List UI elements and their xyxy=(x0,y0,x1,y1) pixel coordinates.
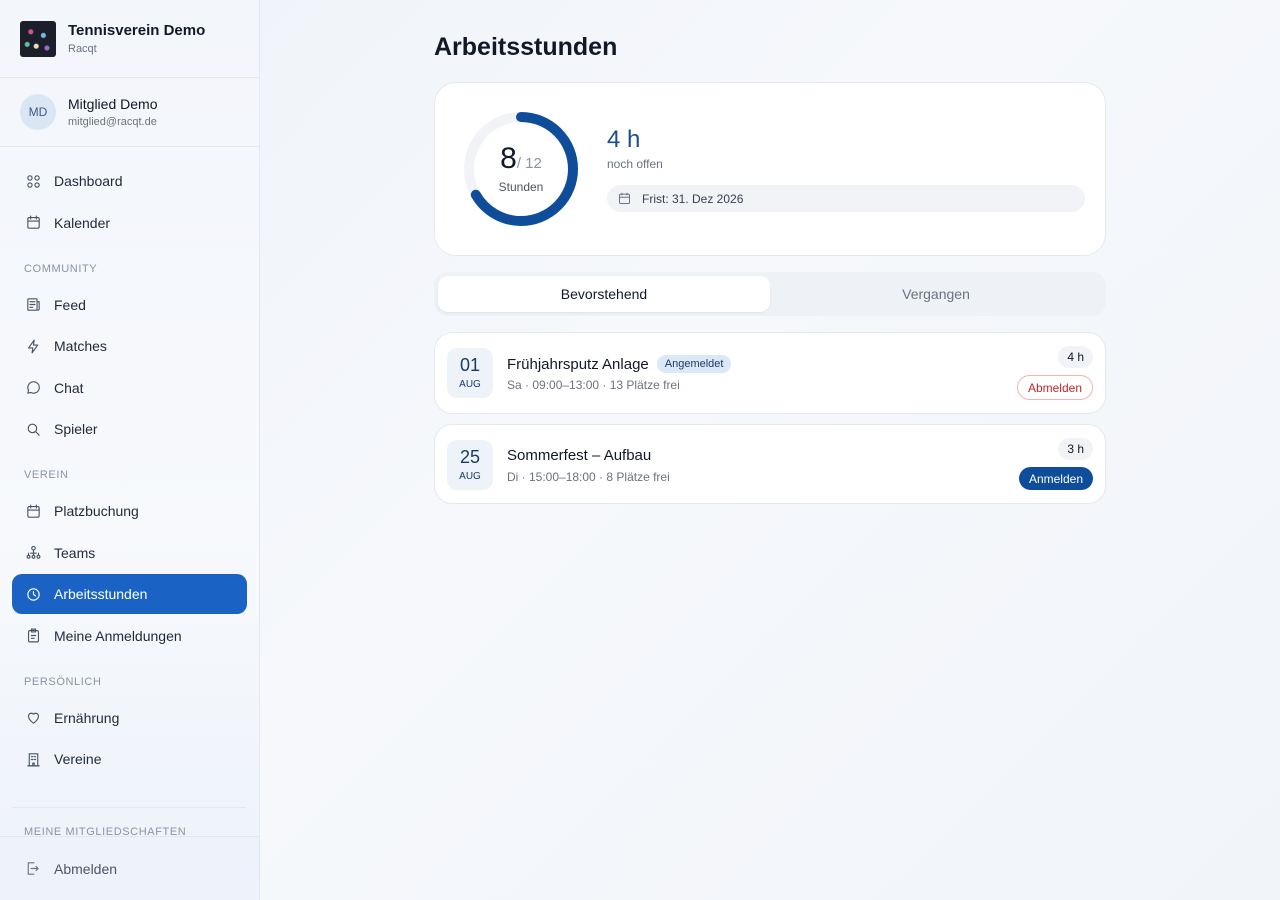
sidebar-item-label: Teams xyxy=(54,544,96,561)
building-icon xyxy=(24,750,42,768)
team-icon xyxy=(24,544,42,562)
tab-bar: Bevorstehend Vergangen xyxy=(434,272,1106,316)
sidebar-item-label: Spieler xyxy=(54,421,98,437)
logout-button[interactable]: Abmelden xyxy=(0,836,259,900)
sidebar-item-kalender[interactable]: Kalender xyxy=(12,203,247,243)
sidebar-item-label: Chat xyxy=(54,379,84,396)
sidebar-item-label: Meine Anmeldungen xyxy=(54,627,182,644)
club-header[interactable]: Tennisverein Demo Racqt xyxy=(0,0,259,78)
sidebar-item-teams[interactable]: Teams xyxy=(12,533,247,573)
logout-label: Abmelden xyxy=(54,860,118,877)
event-day: 01 xyxy=(459,355,481,375)
sidebar-item-label: Matches xyxy=(54,338,107,354)
section-persoenlich: PERSÖNLICH xyxy=(24,675,102,688)
unregister-button[interactable]: Abmelden xyxy=(1016,375,1093,400)
event-date: 01 AUG xyxy=(447,348,493,398)
event-day: 25 xyxy=(459,447,481,467)
sidebar-item-label: Feed xyxy=(54,296,86,313)
open-hours-label: noch offen xyxy=(607,157,663,171)
main-content: Arbeitsstunden 8/ 12 Stunden 4 h noch of… xyxy=(434,0,1106,504)
sidebar-item-label: Arbeitsstunden xyxy=(54,586,148,602)
sidebar-item-vereine[interactable]: Vereine xyxy=(12,739,247,779)
club-logo xyxy=(20,20,56,57)
club-name: Tennisverein Demo xyxy=(68,22,206,39)
ring-center: 8/ 12 Stunden xyxy=(463,111,579,227)
deadline-pill: Frist: 31. Dez 2026 xyxy=(607,185,1085,212)
hours-summary-card: 8/ 12 Stunden 4 h noch offen Frist: 31. … xyxy=(434,82,1106,256)
event-date: 25 AUG xyxy=(447,440,493,490)
calendar-icon xyxy=(619,192,630,204)
hours-done: 8 xyxy=(500,142,517,175)
sidebar-item-anmeldungen[interactable]: Meine Anmeldungen xyxy=(12,616,247,656)
tab-past[interactable]: Vergangen xyxy=(770,276,1102,312)
sidebar-item-dashboard[interactable]: Dashboard xyxy=(12,161,247,201)
event-meta: Sa · 09:00–13:00 · 13 Plätze frei xyxy=(507,378,680,392)
sidebar-item-platzbuchung[interactable]: Platzbuchung xyxy=(12,491,247,531)
event-card[interactable]: 25 AUG Sommerfest – Aufbau Di · 15:00–18… xyxy=(434,424,1106,504)
avatar: MD xyxy=(20,94,56,130)
club-subtitle: Racqt xyxy=(68,43,97,55)
clock-icon xyxy=(24,585,42,603)
sidebar-item-label: Vereine xyxy=(54,751,102,767)
event-month: AUG xyxy=(459,471,481,482)
calendar-icon xyxy=(24,214,42,232)
sidebar-item-matches[interactable]: Matches xyxy=(12,326,247,366)
tab-upcoming[interactable]: Bevorstehend xyxy=(438,276,770,312)
sidebar-item-label: Platzbuchung xyxy=(54,503,139,519)
logout-icon xyxy=(24,860,42,878)
event-title: Frühjahrsputz Anlage xyxy=(507,355,649,373)
section-community: COMMUNITY xyxy=(24,262,98,275)
event-card[interactable]: 01 AUG Frühjahrsputz Anlage Angemeldet S… xyxy=(434,332,1106,414)
sidebar-item-feed[interactable]: Feed xyxy=(12,285,247,325)
dashboard-icon xyxy=(24,172,42,190)
lightning-icon xyxy=(24,337,42,355)
user-email: mitglied@racqt.de xyxy=(68,116,157,128)
sidebar-item-chat[interactable]: Chat xyxy=(12,368,247,408)
sidebar-item-label: Dashboard xyxy=(54,173,123,189)
user-profile[interactable]: MD Mitglied Demo mitglied@racqt.de xyxy=(0,78,259,147)
register-button[interactable]: Anmelden xyxy=(1018,467,1093,490)
event-month: AUG xyxy=(459,379,481,390)
sidebar-item-label: Ernährung xyxy=(54,709,120,726)
sidebar-item-spieler[interactable]: Spieler xyxy=(12,409,247,449)
deadline-text: Frist: 31. Dez 2026 xyxy=(642,191,744,206)
calendar-icon xyxy=(24,502,42,520)
section-verein: VEREIN xyxy=(24,469,69,481)
sidebar-divider xyxy=(12,807,246,808)
event-meta: Di · 15:00–18:00 · 8 Plätze frei xyxy=(507,470,670,484)
sidebar: Tennisverein Demo Racqt MD Mitglied Demo… xyxy=(0,0,260,900)
chat-icon xyxy=(24,379,42,397)
sidebar-item-ernaehrung[interactable]: Ernährung xyxy=(12,698,247,738)
newspaper-icon xyxy=(24,296,42,314)
status-badge: Angemeldet xyxy=(656,355,732,373)
sidebar-item-arbeitsstunden[interactable]: Arbeitsstunden xyxy=(12,574,247,614)
event-hours: 4 h xyxy=(1058,346,1093,368)
page-title: Arbeitsstunden xyxy=(434,33,618,61)
sidebar-item-label: Kalender xyxy=(54,214,111,231)
search-icon xyxy=(24,420,42,438)
clipboard-icon xyxy=(24,627,42,645)
open-hours-value: 4 h xyxy=(607,126,641,153)
sidebar-nav: Dashboard Kalender COMMUNITY Feed Matche… xyxy=(0,147,259,779)
event-hours: 3 h xyxy=(1058,438,1093,460)
event-title: Sommerfest – Aufbau xyxy=(507,447,652,464)
heart-icon xyxy=(24,709,42,727)
hours-total: / 12 xyxy=(516,155,542,172)
hours-unit: Stunden xyxy=(498,180,544,194)
user-name: Mitglied Demo xyxy=(68,96,158,112)
